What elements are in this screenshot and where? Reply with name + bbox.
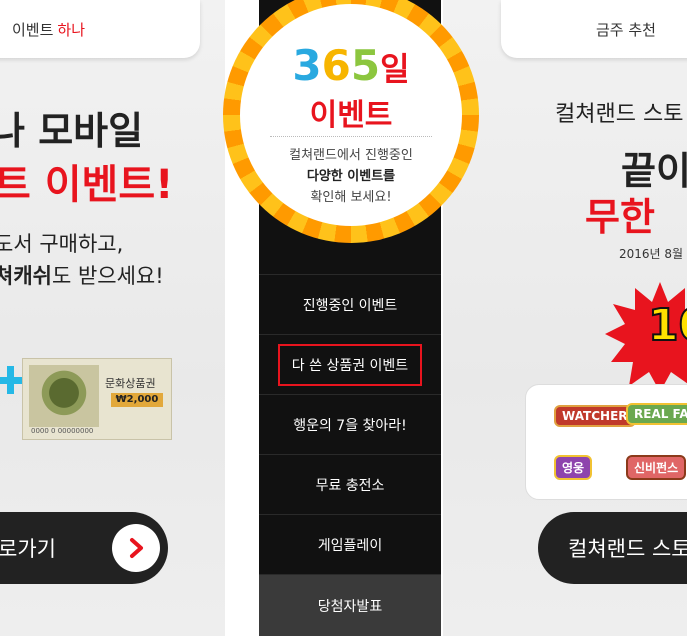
left-go-button[interactable]: 로가기 xyxy=(0,512,168,584)
badge-sub-2: 다양한 이벤트를 xyxy=(306,169,396,184)
left-tab-highlight: 하나 xyxy=(57,20,85,39)
gift-voucher-image: 문화상품권 ₩2,000 0000 0 00000000 xyxy=(22,358,172,440)
menu-item-free-charge[interactable]: 무료 충전소 xyxy=(259,454,441,514)
voucher-amount: ₩2,000 xyxy=(111,393,163,407)
right-store-button-label: 컬쳐랜드 스토 xyxy=(568,537,687,561)
chevron-right-icon xyxy=(112,524,160,572)
badge-event-title: 이벤트 xyxy=(309,98,393,133)
right-tab-label: 금주 추천 xyxy=(596,20,656,39)
left-go-button-label: 로가기 xyxy=(0,537,56,561)
right-event-panel: 금주 추천 컬쳐랜드 스토 끝이 무한 2016년 8월 10 WATCHER … xyxy=(443,0,687,636)
badge-365-title: 365일 xyxy=(240,44,462,91)
right-headline: 컬쳐랜드 스토 xyxy=(555,102,684,127)
burst-number: 10 xyxy=(647,299,687,352)
voucher-number: 0000 0 00000000 xyxy=(31,427,94,435)
voucher-title: 문화상품권 xyxy=(105,377,156,390)
badge-inner: 365일 이벤트 컬쳐랜드에서 진행중인 다양한 이벤트를 확인해 보세요! xyxy=(240,4,462,226)
digit-6: 6 xyxy=(321,41,351,90)
menu-item-game-play[interactable]: 게임플레이 xyxy=(259,514,441,574)
digit-3: 3 xyxy=(292,41,322,90)
left-headline-red: 트 이벤트! xyxy=(0,162,174,208)
event-date: 2016년 8월 xyxy=(619,247,684,261)
menu-item-label: 무료 충전소 xyxy=(315,477,385,494)
game-logo[interactable]: REAL FARM xyxy=(626,403,687,425)
left-line-2-rest: 도 받으세요! xyxy=(51,264,164,288)
menu-item-used-voucher-event[interactable]: 다 쓴 상품권 이벤트 xyxy=(259,334,441,394)
menu-item-label: 게임플레이 xyxy=(317,537,383,554)
menu-item-label: 행운의 7을 찾아라! xyxy=(293,417,407,434)
digit-5: 5 xyxy=(350,41,381,90)
event-menu: 진행중인 이벤트 다 쓴 상품권 이벤트 행운의 7을 찾아라! 무료 충전소 … xyxy=(259,274,441,636)
game-logo[interactable]: 영웅 xyxy=(554,455,593,480)
menu-item-label: 다 쓴 상품권 이벤트 xyxy=(277,343,423,386)
badge-divider xyxy=(270,136,432,137)
game-logo[interactable]: WATCHER xyxy=(554,405,636,427)
menu-item-ongoing-events[interactable]: 진행중인 이벤트 xyxy=(259,274,441,334)
left-tab[interactable]: 이벤트 하나 xyxy=(0,0,200,58)
menu-item-lucky-seven[interactable]: 행운의 7을 찾아라! xyxy=(259,394,441,454)
menu-item-label: 진행중인 이벤트 xyxy=(302,297,398,314)
right-store-button[interactable]: 컬쳐랜드 스토 xyxy=(538,512,687,584)
left-event-panel: 이벤트 하나 나 모바일 트 이벤트! 도서 구매하고, 쳐캐쉬도 받으세요! 문… xyxy=(0,0,225,636)
right-tab[interactable]: 금주 추천 xyxy=(501,0,687,58)
badge-sub-3: 확인해 보세요! xyxy=(310,190,392,205)
left-tab-label: 이벤트 xyxy=(11,20,54,39)
menu-item-winners[interactable]: 당첨자발표 xyxy=(259,574,441,636)
tree-image xyxy=(29,365,99,427)
badge-sub-1: 컬쳐랜드에서 진행중인 xyxy=(289,148,413,163)
right-headline-red: 무한 xyxy=(585,195,655,239)
left-line-2: 쳐캐쉬도 받으세요! xyxy=(0,260,164,290)
left-line-1: 도서 구매하고, xyxy=(0,232,124,256)
left-line-2-bold: 쳐캐쉬 xyxy=(0,264,52,288)
game-logos-box: WATCHER REAL FARM 영웅 신비펀스 xyxy=(525,384,687,500)
menu-item-label: 당첨자발표 xyxy=(317,598,383,615)
day-suffix: 일 xyxy=(380,50,410,88)
game-logo[interactable]: 신비펀스 xyxy=(626,455,687,480)
plus-icon xyxy=(0,366,24,394)
left-headline: 나 모바일 xyxy=(0,109,144,153)
